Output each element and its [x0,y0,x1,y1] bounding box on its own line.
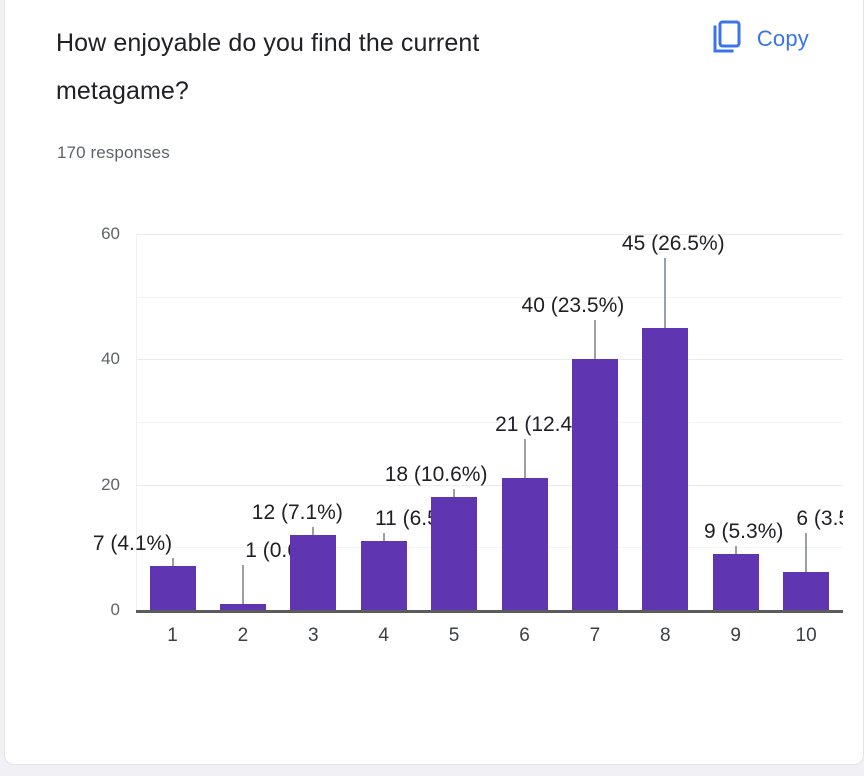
gridline [136,359,843,361]
x-axis-tick-label: 2 [237,625,249,646]
leader-line [805,533,808,573]
bar[interactable] [712,553,759,610]
x-axis-tick-label: 5 [448,625,460,646]
leader-line [312,526,315,535]
y-axis-tick-label: 20 [101,474,120,494]
bar-data-label: 40 (23.5%) [521,294,625,318]
x-axis-tick-label: 1 [167,625,178,646]
y-axis-tick-label: 60 [101,224,120,243]
x-axis-tick-label: 3 [308,625,319,646]
gridline [136,547,843,549]
bar-data-label: 18 (10.6%) [384,463,488,487]
y-axis-tick-label: 0 [110,600,120,619]
bar[interactable] [431,497,478,610]
x-axis-tick-label: 10 [795,625,817,646]
y-axis-tick-label: 40 [101,349,120,369]
leader-line [241,564,244,604]
bar[interactable] [360,541,407,610]
x-axis-tick-label: 4 [378,625,389,646]
leader-line [523,439,526,479]
bar[interactable] [501,478,548,610]
leader-line [171,558,174,567]
bar-data-label: 9 (5.3%) [704,519,784,543]
leader-line [734,545,737,554]
bar[interactable] [642,328,689,610]
x-axis-tick-label: 9 [730,625,741,646]
question-result-card: How enjoyable do you find the current me… [4,0,864,765]
x-axis-tick-label: 8 [660,625,671,646]
bar-data-label: 7 (4.1%) [92,532,173,556]
leader-line [664,258,667,328]
gridline [136,422,843,423]
bar-data-label: 12 (7.1%) [251,500,343,524]
x-axis-tick-label: 6 [519,625,530,646]
leader-line [453,489,456,498]
gridline [136,234,843,235]
leader-line [382,533,385,542]
gridline [136,296,843,298]
plot-right-clip [843,191,863,661]
bar[interactable] [290,534,337,610]
leader-line [593,320,596,360]
bar[interactable] [571,359,618,610]
bar[interactable] [783,572,830,610]
gridline [136,484,843,486]
bar-data-label: 45 (26.5%) [621,232,725,255]
x-axis-baseline [136,610,843,613]
bar[interactable] [149,566,196,610]
bar-chart: 0 20 40 60 7 (4.1%) 1 1 (0.6%) 2 12 (7.1%) 3 11 (6… [5,0,863,764]
x-axis-tick-label: 7 [589,625,601,646]
